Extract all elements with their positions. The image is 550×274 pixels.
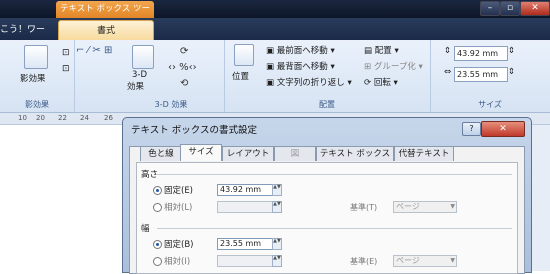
group-button[interactable]: ⊞ グループ化 ▾ bbox=[364, 60, 423, 72]
dialog-close-button[interactable]: ✕ bbox=[481, 121, 525, 137]
width-basis-label: 基準(E) bbox=[350, 257, 378, 266]
ruler-tick: 20 bbox=[36, 114, 45, 122]
width-fixed-input[interactable]: 23.55 mm bbox=[217, 238, 273, 250]
height-spinner[interactable]: 43.92 mm bbox=[454, 46, 508, 61]
tab-size[interactable]: サイズ bbox=[180, 144, 222, 161]
arrange-group-label: 配置 bbox=[319, 100, 335, 109]
ruler-tick: 10 bbox=[18, 114, 27, 122]
width-fixed-radio[interactable] bbox=[153, 240, 162, 249]
height-section-title: 高さ bbox=[141, 170, 159, 180]
height-relative-input[interactable] bbox=[217, 201, 273, 213]
three-d-effect-icon[interactable] bbox=[132, 45, 154, 69]
send-back-icon: ▣ bbox=[266, 62, 277, 72]
width-relative-label: 相対(I) bbox=[164, 257, 191, 267]
width-relative-input[interactable] bbox=[217, 255, 273, 267]
height-fixed-spinner[interactable]: ▲▼ bbox=[272, 184, 282, 196]
bring-front-icon: ▣ bbox=[266, 46, 277, 56]
shadow-group-label: 影効果 bbox=[25, 100, 49, 109]
height-fixed-input[interactable]: 43.92 mm bbox=[217, 184, 273, 196]
help-button[interactable]: ? bbox=[462, 122, 481, 136]
tab-layout[interactable]: レイアウト bbox=[222, 146, 274, 161]
align-button[interactable]: ▤ 配置 ▾ bbox=[364, 44, 399, 56]
width-fixed-spinner[interactable]: ▲▼ bbox=[272, 238, 282, 250]
tab-colors-lines[interactable]: 色と線 bbox=[140, 146, 182, 161]
ribbon: 影効果 ⊡ ⊡ 影効果 ⌐ ⁄ ✂ ⊞ 3-D 効果 ⟳ ‹› %‹› ⟲ 3-… bbox=[0, 40, 550, 113]
width-spinner-arrows[interactable]: ⇕ bbox=[508, 67, 515, 77]
shadow-nudge-up-icon[interactable]: ⊡ bbox=[62, 48, 70, 58]
width-section-divider bbox=[157, 228, 512, 229]
rotate-icon: ⟳ bbox=[364, 78, 374, 88]
dialog-title: テキスト ボックスの書式設定 bbox=[131, 125, 257, 136]
three-d-effects-group: 3-D 効果 ⟳ ‹› %‹› ⟲ 3-D 効果 bbox=[118, 40, 225, 112]
width-relative-radio[interactable] bbox=[153, 257, 162, 266]
tab-picture[interactable]: 図 bbox=[274, 146, 316, 161]
ribbon-tabs: こう！ワード 書式 bbox=[0, 18, 550, 55]
tab-addin[interactable]: こう！ワード bbox=[0, 20, 50, 55]
height-basis-label: 基準(T) bbox=[350, 203, 378, 212]
size-group: ⇕ 43.92 mm ⇕ ⇔ 23.55 mm ⇕ サイズ bbox=[430, 40, 550, 112]
tab-format[interactable]: 書式 bbox=[58, 20, 154, 41]
width-basis-select[interactable]: ページ bbox=[393, 255, 457, 267]
tilt-down-icon[interactable]: ⟲ bbox=[180, 78, 188, 89]
height-relative-spinner[interactable]: ▲▼ bbox=[272, 201, 282, 213]
ruler-tick: 24 bbox=[80, 114, 89, 122]
ruler-tick: 22 bbox=[58, 114, 67, 122]
three-d-effect-label-2[interactable]: 効果 bbox=[127, 80, 144, 92]
height-relative-radio[interactable] bbox=[153, 203, 162, 212]
format-textbox-dialog: テキスト ボックスの書式設定 ? ✕ 色と線 サイズ レイアウト 図 テキスト … bbox=[122, 117, 532, 274]
height-basis-select[interactable]: ページ bbox=[393, 201, 457, 213]
shadow-nudge-left-icon[interactable]: ⊡ bbox=[62, 64, 70, 74]
height-fixed-radio[interactable] bbox=[153, 186, 162, 195]
title-bar: テキスト ボックス ツール – ▫ ✕ bbox=[0, 0, 550, 31]
text-wrap-button[interactable]: ▣ 文字列の折り返し ▾ bbox=[266, 76, 352, 88]
size-group-label: サイズ bbox=[478, 100, 502, 109]
tilt-up-icon[interactable]: ⟳ bbox=[180, 46, 188, 57]
dialog-body: 色と線 サイズ レイアウト 図 テキスト ボックス 代替テキスト 高さ 固定(E… bbox=[129, 144, 525, 274]
height-fixed-label: 固定(E) bbox=[164, 186, 194, 196]
minimize-button[interactable]: – bbox=[480, 1, 500, 16]
tab-textbox[interactable]: テキスト ボックス bbox=[316, 146, 394, 161]
width-icon: ⇔ bbox=[444, 67, 452, 77]
maximize-button[interactable]: ▫ bbox=[500, 1, 520, 16]
shadow-effects-group: 影効果 ⊡ ⊡ 影効果 bbox=[0, 40, 75, 112]
tilt-left-right-icons[interactable]: ‹› %‹› bbox=[168, 62, 197, 73]
position-icon[interactable] bbox=[234, 44, 254, 66]
context-tab-label: テキスト ボックス ツール bbox=[56, 1, 154, 31]
height-icon: ⇕ bbox=[444, 46, 452, 56]
text-wrap-icon: ▣ bbox=[266, 78, 277, 88]
ruler-tick: 26 bbox=[104, 114, 113, 122]
group-icon: ⊞ bbox=[364, 62, 374, 72]
shadow-effect-icon[interactable] bbox=[24, 45, 48, 69]
close-window-button[interactable]: ✕ bbox=[520, 1, 550, 16]
size-panel: 高さ 固定(E) 43.92 mm ▲▼ 相対(L) ▲▼ 基準(T) ページ … bbox=[136, 162, 518, 274]
tab-alt-text[interactable]: 代替テキスト bbox=[394, 146, 454, 161]
align-icon: ▤ bbox=[364, 46, 375, 56]
shadow-nudge-icons[interactable]: ⌐ ⁄ ✂ ⊞ bbox=[76, 45, 112, 56]
three-d-group-label: 3-D 効果 bbox=[154, 100, 188, 109]
three-d-effect-label-1[interactable]: 3-D bbox=[132, 70, 147, 80]
shadow-effect-button[interactable]: 影効果 bbox=[20, 72, 46, 84]
send-back-button[interactable]: ▣ 最背面へ移動 ▾ bbox=[266, 60, 335, 72]
vertical-scrollbar[interactable] bbox=[530, 125, 550, 271]
arrange-group: 位置 ▣ 最前面へ移動 ▾ ▣ 最背面へ移動 ▾ ▣ 文字列の折り返し ▾ ▤ … bbox=[224, 40, 431, 112]
height-relative-label: 相対(L) bbox=[164, 203, 193, 213]
rotate-button[interactable]: ⟳ 回転 ▾ bbox=[364, 76, 398, 88]
position-button[interactable]: 位置 bbox=[232, 70, 249, 82]
width-relative-spinner[interactable]: ▲▼ bbox=[272, 255, 282, 267]
height-spinner-arrows[interactable]: ⇕ bbox=[508, 46, 515, 56]
bring-front-button[interactable]: ▣ 最前面へ移動 ▾ bbox=[266, 44, 335, 56]
width-section-title: 幅 bbox=[141, 224, 150, 234]
height-section-divider bbox=[157, 174, 512, 175]
width-spinner[interactable]: 23.55 mm bbox=[454, 67, 508, 82]
width-fixed-label: 固定(B) bbox=[164, 240, 194, 250]
